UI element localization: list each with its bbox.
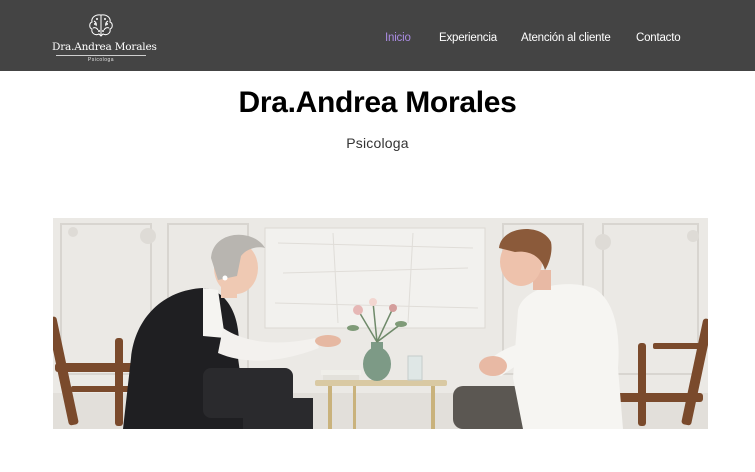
site-header: Dra.Andrea Morales Psicologa Inicio Expe… [0,0,755,71]
nav-item-inicio[interactable]: Inicio [385,32,411,44]
nav-item-contacto[interactable]: Contacto [636,32,681,44]
page-subtitle: Psicologa [346,135,409,151]
nav-item-atencion-al-cliente[interactable]: Atención al cliente [521,32,611,44]
page-title: Dra.Andrea Morales [238,86,517,119]
main-nav: Inicio Experiencia Atención al cliente C… [0,0,755,71]
nav-item-experiencia[interactable]: Experiencia [439,32,497,44]
hero-image [53,218,708,429]
